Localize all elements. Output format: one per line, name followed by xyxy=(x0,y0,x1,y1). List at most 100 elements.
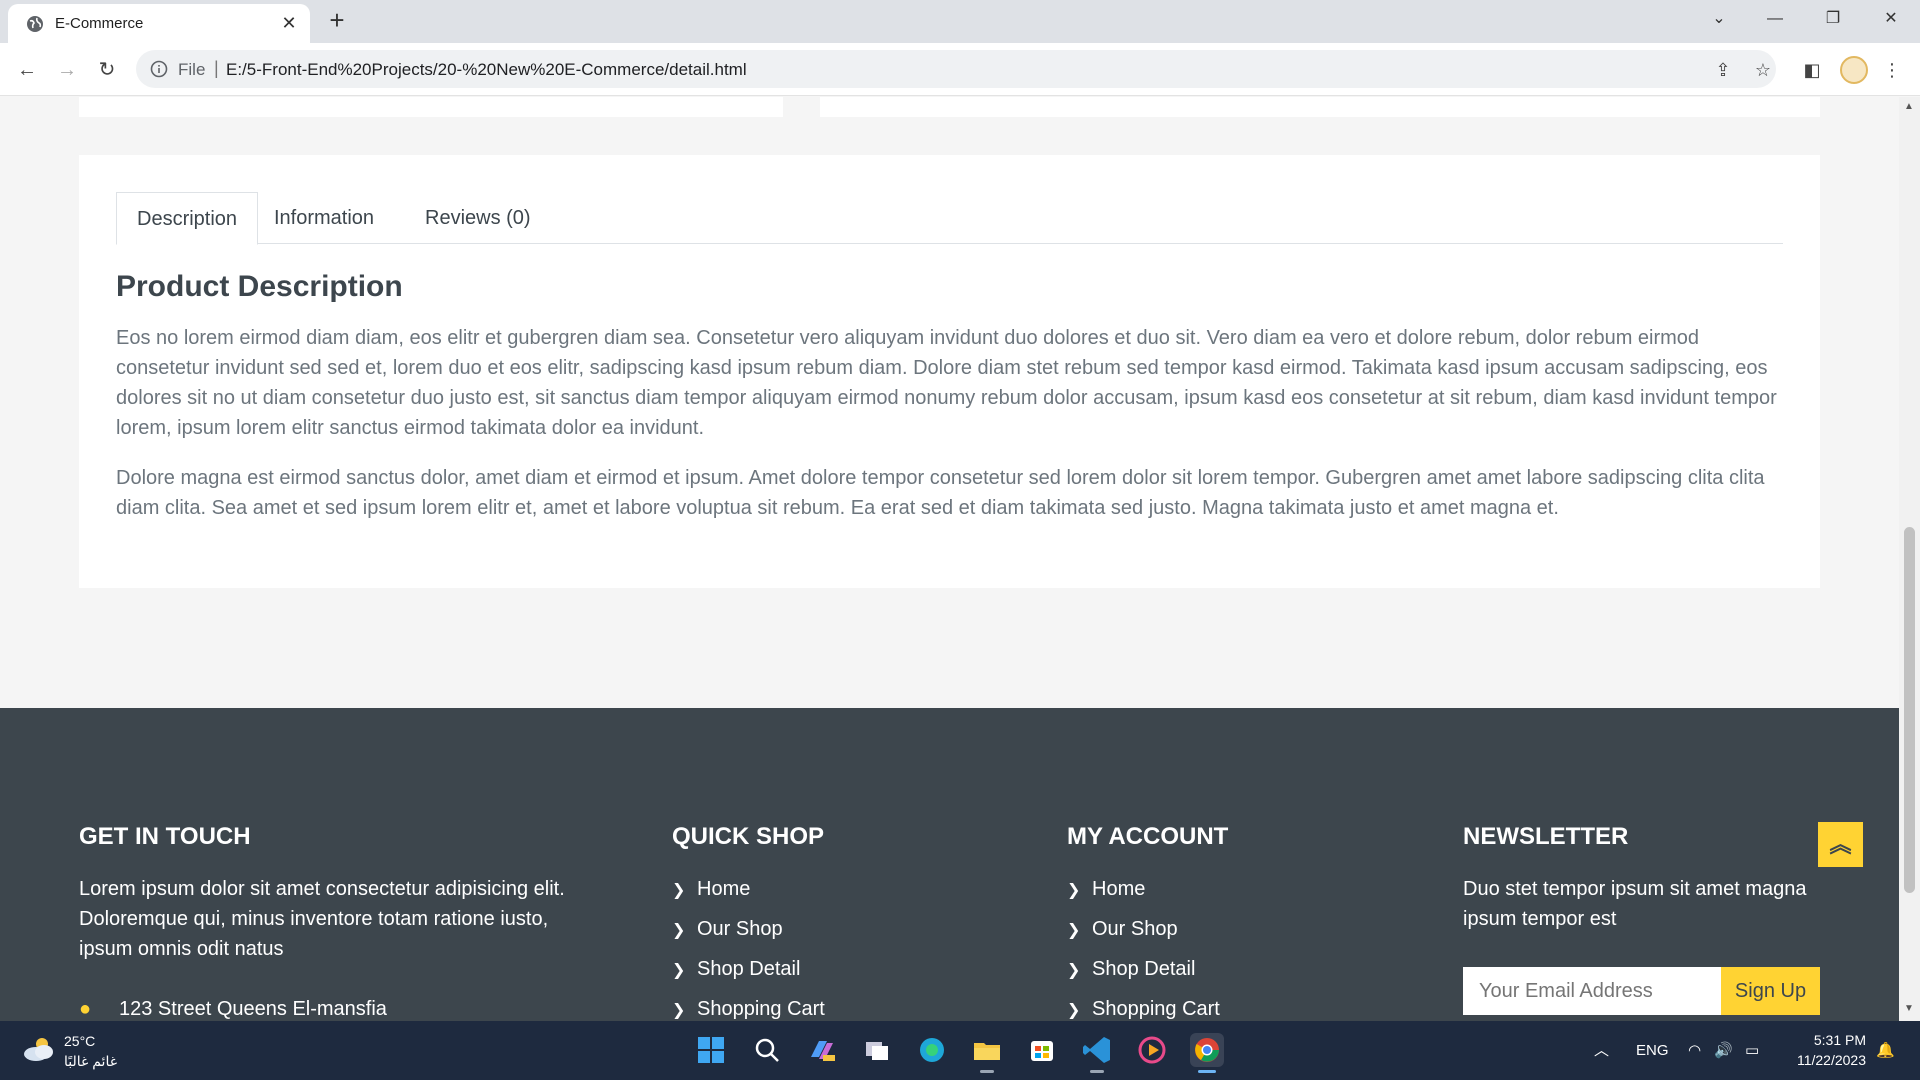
footer-link-label: Shop Detail xyxy=(1092,958,1196,980)
weather-temperature[interactable]: 25°C xyxy=(64,1033,95,1049)
footer-contact-text: Lorem ipsum dolor sit amet consectetur a… xyxy=(79,878,565,960)
edge-browser-icon[interactable] xyxy=(915,1033,949,1067)
windows-taskbar: 25°C غائم غالبًا ︿ ENG ◠ 🔊 ▭ 5:31 PM 11/… xyxy=(0,1021,1920,1080)
footer-link-label: Shopping Cart xyxy=(1092,998,1220,1020)
product-info-card xyxy=(820,97,1820,117)
product-tabs-nav: Description Information Reviews (0) xyxy=(116,192,1783,245)
chevron-right-icon: ❯ xyxy=(1067,962,1081,979)
media-player-icon[interactable] xyxy=(1135,1033,1169,1067)
clock-date[interactable]: 11/22/2023 xyxy=(1786,1052,1866,1068)
tab-description[interactable]: Description xyxy=(116,192,259,245)
footer-link-label: Home xyxy=(697,878,751,900)
address-bar[interactable]: File | E:/5-Front-End%20Projects/20-%20N… xyxy=(136,50,1776,88)
description-paragraph-2: Dolore magna est eirmod sanctus dolor, a… xyxy=(116,467,1765,519)
footer-heading-get-in-touch: GET IN TOUCH xyxy=(79,823,251,850)
tab-information[interactable]: Information xyxy=(254,192,394,244)
browser-tab-strip: E-Commerce ✕ + ⌄ — ❐ ✕ xyxy=(0,0,1920,43)
footer-quickshop-link[interactable]: ❯ Shop Detail xyxy=(672,958,800,981)
footer-link-label: Home xyxy=(1092,878,1146,900)
notification-bell-icon[interactable]: 🔔 xyxy=(1876,1021,1895,1080)
chevron-right-icon: ❯ xyxy=(672,922,686,939)
running-indicator xyxy=(1090,1070,1104,1073)
map-marker-icon: ● xyxy=(79,998,92,1020)
kebab-menu-icon[interactable]: ⋮ xyxy=(1880,58,1904,82)
scrollbar-thumb[interactable] xyxy=(1904,527,1915,893)
footer-account-link[interactable]: ❯ Shopping Cart xyxy=(1067,998,1220,1021)
cloudy-weather-icon[interactable] xyxy=(22,1035,56,1063)
chrome-browser-icon[interactable] xyxy=(1190,1033,1224,1073)
close-window-button[interactable]: ✕ xyxy=(1876,6,1906,32)
tab-search-chevron-down-icon[interactable]: ⌄ xyxy=(1704,6,1734,32)
profile-avatar[interactable] xyxy=(1840,56,1868,84)
bookmark-star-icon[interactable]: ☆ xyxy=(1751,58,1775,82)
share-icon[interactable]: ⇪ xyxy=(1711,58,1735,82)
chevron-right-icon: ❯ xyxy=(1067,882,1081,899)
running-indicator xyxy=(1198,1070,1216,1073)
vscode-icon[interactable] xyxy=(1080,1033,1114,1073)
footer-address: ● 123 Street Queens El-mansfia xyxy=(79,998,387,1021)
volume-icon[interactable]: 🔊 xyxy=(1714,1021,1733,1080)
page-scrollbar[interactable]: ▲ ▼ xyxy=(1899,97,1920,1021)
footer-link-label: Shop Detail xyxy=(697,958,801,980)
windows-start-icon[interactable] xyxy=(694,1033,728,1067)
newsletter-text: Duo stet tempor ipsum sit amet magna ips… xyxy=(1463,878,1807,930)
footer-link-label: Our Shop xyxy=(1092,918,1178,940)
footer-quickshop-link[interactable]: ❯ Shopping Cart xyxy=(672,998,825,1021)
chevron-right-icon: ❯ xyxy=(1067,922,1081,939)
globe-icon xyxy=(27,16,43,32)
footer-address-text: 123 Street Queens El-mansfia xyxy=(119,998,387,1020)
footer-quickshop-link[interactable]: ❯ Home xyxy=(672,878,750,901)
description-title: Product Description xyxy=(116,270,403,303)
scroll-up-arrow-icon[interactable]: ▲ xyxy=(1903,101,1915,113)
chevron-right-icon: ❯ xyxy=(672,1002,686,1019)
url-text[interactable]: E:/5-Front-End%20Projects/20-%20New%20E-… xyxy=(226,60,747,80)
footer-quickshop-link[interactable]: ❯ Our Shop xyxy=(672,918,783,941)
new-tab-button[interactable]: + xyxy=(324,7,350,34)
info-icon[interactable] xyxy=(150,60,168,78)
maximize-button[interactable]: ❐ xyxy=(1818,6,1848,32)
newsletter-signup-button[interactable]: Sign Up xyxy=(1721,967,1820,1015)
language-indicator[interactable]: ENG xyxy=(1636,1021,1669,1080)
product-detail-tabs-card: Description Information Reviews (0) Prod… xyxy=(79,155,1820,588)
protocol-separator: | xyxy=(214,58,219,78)
tab-reviews[interactable]: Reviews (0) xyxy=(405,192,551,244)
microsoft-store-icon[interactable] xyxy=(1025,1033,1059,1067)
search-icon[interactable] xyxy=(750,1033,784,1067)
close-tab-icon[interactable]: ✕ xyxy=(279,13,299,33)
footer-heading-quick-shop: QUICK SHOP xyxy=(672,823,825,850)
chevron-right-icon: ❯ xyxy=(672,882,686,899)
footer-link-label: Our Shop xyxy=(697,918,783,940)
footer-heading-newsletter: NEWSLETTER xyxy=(1463,823,1629,850)
footer-account-link[interactable]: ❯ Our Shop xyxy=(1067,918,1178,941)
side-panel-icon[interactable]: ◧ xyxy=(1800,58,1824,82)
minimize-button[interactable]: — xyxy=(1760,6,1790,32)
running-indicator xyxy=(980,1070,994,1073)
clock-time[interactable]: 5:31 PM xyxy=(1810,1032,1866,1048)
browser-tab-title: E-Commerce xyxy=(55,15,144,32)
chevron-right-icon: ❯ xyxy=(1067,1002,1081,1019)
back-to-top-button[interactable]: ︽ xyxy=(1818,822,1863,867)
reload-button[interactable]: ↻ xyxy=(92,55,122,85)
footer-account-link[interactable]: ❯ Home xyxy=(1067,878,1145,901)
forward-button[interactable]: → xyxy=(52,55,82,85)
browser-toolbar: ← → ↻ File | E:/5-Front-End%20Projects/2… xyxy=(0,43,1920,96)
task-view-icon[interactable] xyxy=(860,1033,894,1067)
battery-icon[interactable]: ▭ xyxy=(1745,1021,1759,1080)
copilot-icon[interactable] xyxy=(805,1033,839,1067)
scroll-down-arrow-icon[interactable]: ▼ xyxy=(1903,1003,1915,1015)
file-explorer-icon[interactable] xyxy=(970,1033,1004,1073)
wifi-icon[interactable]: ◠ xyxy=(1688,1021,1701,1080)
chevron-up-icon[interactable]: ︿ xyxy=(1594,1021,1609,1080)
back-button[interactable]: ← xyxy=(12,55,42,85)
browser-tab[interactable]: E-Commerce ✕ xyxy=(8,4,310,43)
double-chevron-up-icon: ︽ xyxy=(1829,832,1852,857)
footer-heading-my-account: MY ACCOUNT xyxy=(1067,823,1229,850)
newsletter-email-input[interactable] xyxy=(1463,967,1721,1015)
protocol-label: File xyxy=(178,60,206,79)
weather-description[interactable]: غائم غالبًا xyxy=(64,1053,117,1070)
footer-link-label: Shopping Cart xyxy=(697,998,825,1020)
product-image-card xyxy=(79,97,783,117)
chevron-right-icon: ❯ xyxy=(672,962,686,979)
footer-account-link[interactable]: ❯ Shop Detail xyxy=(1067,958,1195,981)
page-viewport: Description Information Reviews (0) Prod… xyxy=(0,97,1899,1021)
